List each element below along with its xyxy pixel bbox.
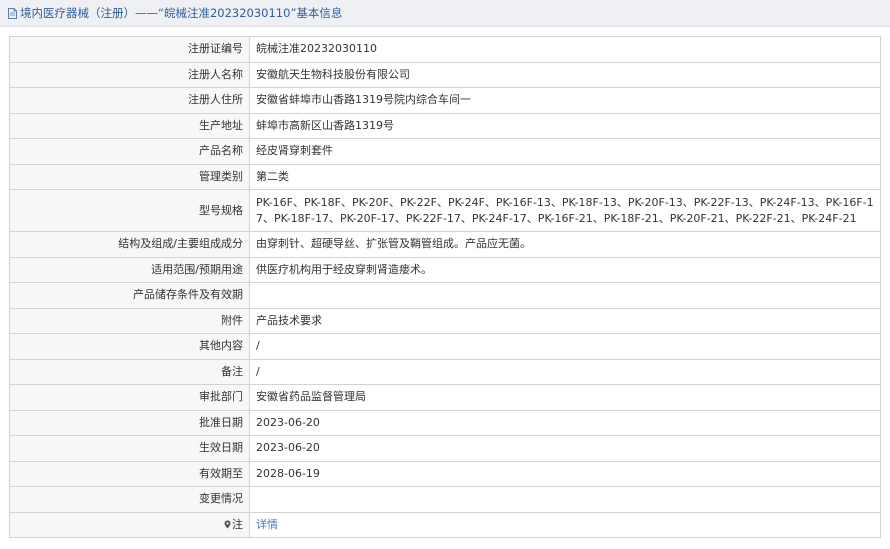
note-value-cell: 详情 [249, 511, 881, 538]
table-row: 注册证编号 皖械注准20232030110 [9, 36, 881, 63]
field-value: 安徽航天生物科技股份有限公司 [249, 61, 881, 88]
table-row: 管理类别 第二类 [9, 163, 881, 190]
field-value [249, 486, 881, 513]
details-link[interactable]: 详情 [256, 518, 278, 531]
info-table: 注册证编号 皖械注准20232030110 注册人名称 安徽航天生物科技股份有限公司… [9, 36, 881, 538]
field-label: 备注 [9, 358, 250, 385]
table-row: 产品储存条件及有效期 [9, 282, 881, 309]
table-row: 适用范围/预期用途 供医疗机构用于经皮穿刺肾造瘘术。 [9, 256, 881, 283]
field-label: 注册人名称 [9, 61, 250, 88]
field-value: 安徽省蚌埠市山香路1319号院内综合车间一 [249, 87, 881, 114]
field-value: 2023-06-20 [249, 409, 881, 436]
field-label: 批准日期 [9, 409, 250, 436]
field-value: 经皮肾穿刺套件 [249, 138, 881, 165]
table-row: 批准日期 2023-06-20 [9, 409, 881, 436]
field-label: 适用范围/预期用途 [9, 256, 250, 283]
table-row: 附件 产品技术要求 [9, 307, 881, 334]
field-value: 蚌埠市高新区山香路1319号 [249, 112, 881, 139]
table-row: 备注 / [9, 358, 881, 385]
field-value: 2028-06-19 [249, 460, 881, 487]
page-header: 境内医疗器械（注册）——“皖械注准20232030110”基本信息 [0, 0, 890, 27]
table-row: 注 详情 [9, 511, 881, 538]
table-row: 注册人名称 安徽航天生物科技股份有限公司 [9, 61, 881, 88]
field-label: 有效期至 [9, 460, 250, 487]
field-label: 注册人住所 [9, 87, 250, 114]
field-label: 变更情况 [9, 486, 250, 513]
location-pin-icon [224, 520, 231, 529]
field-value [249, 282, 881, 309]
field-label: 管理类别 [9, 163, 250, 190]
note-label-cell: 注 [9, 511, 250, 538]
field-label: 生产地址 [9, 112, 250, 139]
table-row: 型号规格 PK-16F、PK-18F、PK-20F、PK-22F、PK-24F、P… [9, 189, 881, 232]
field-value: 供医疗机构用于经皮穿刺肾造瘘术。 [249, 256, 881, 283]
field-label: 附件 [9, 307, 250, 334]
table-row: 有效期至 2028-06-19 [9, 460, 881, 487]
field-value: 皖械注准20232030110 [249, 36, 881, 63]
field-label: 注册证编号 [9, 36, 250, 63]
field-value: 2023-06-20 [249, 435, 881, 462]
table-row: 审批部门 安徽省药品监督管理局 [9, 384, 881, 411]
table-row: 结构及组成/主要组成成分 由穿刺针、超硬导丝、扩张管及鞘管组成。产品应无菌。 [9, 231, 881, 258]
field-value: / [249, 358, 881, 385]
field-label: 其他内容 [9, 333, 250, 360]
table-row: 产品名称 经皮肾穿刺套件 [9, 138, 881, 165]
page-title: 境内医疗器械（注册）——“皖械注准20232030110”基本信息 [20, 6, 343, 20]
table-row: 变更情况 [9, 486, 881, 513]
field-value: 安徽省药品监督管理局 [249, 384, 881, 411]
field-label: 产品储存条件及有效期 [9, 282, 250, 309]
field-label: 产品名称 [9, 138, 250, 165]
table-row: 生产地址 蚌埠市高新区山香路1319号 [9, 112, 881, 139]
field-value: PK-16F、PK-18F、PK-20F、PK-22F、PK-24F、PK-16… [249, 189, 881, 232]
field-value: / [249, 333, 881, 360]
table-row: 注册人住所 安徽省蚌埠市山香路1319号院内综合车间一 [9, 87, 881, 114]
field-label: 审批部门 [9, 384, 250, 411]
field-label: 型号规格 [9, 189, 250, 232]
document-icon [8, 7, 17, 19]
field-label: 结构及组成/主要组成成分 [9, 231, 250, 258]
note-label: 注 [232, 517, 243, 531]
field-label: 生效日期 [9, 435, 250, 462]
table-row: 生效日期 2023-06-20 [9, 435, 881, 462]
field-value: 第二类 [249, 163, 881, 190]
field-value: 由穿刺针、超硬导丝、扩张管及鞘管组成。产品应无菌。 [249, 231, 881, 258]
table-row: 其他内容 / [9, 333, 881, 360]
field-value: 产品技术要求 [249, 307, 881, 334]
